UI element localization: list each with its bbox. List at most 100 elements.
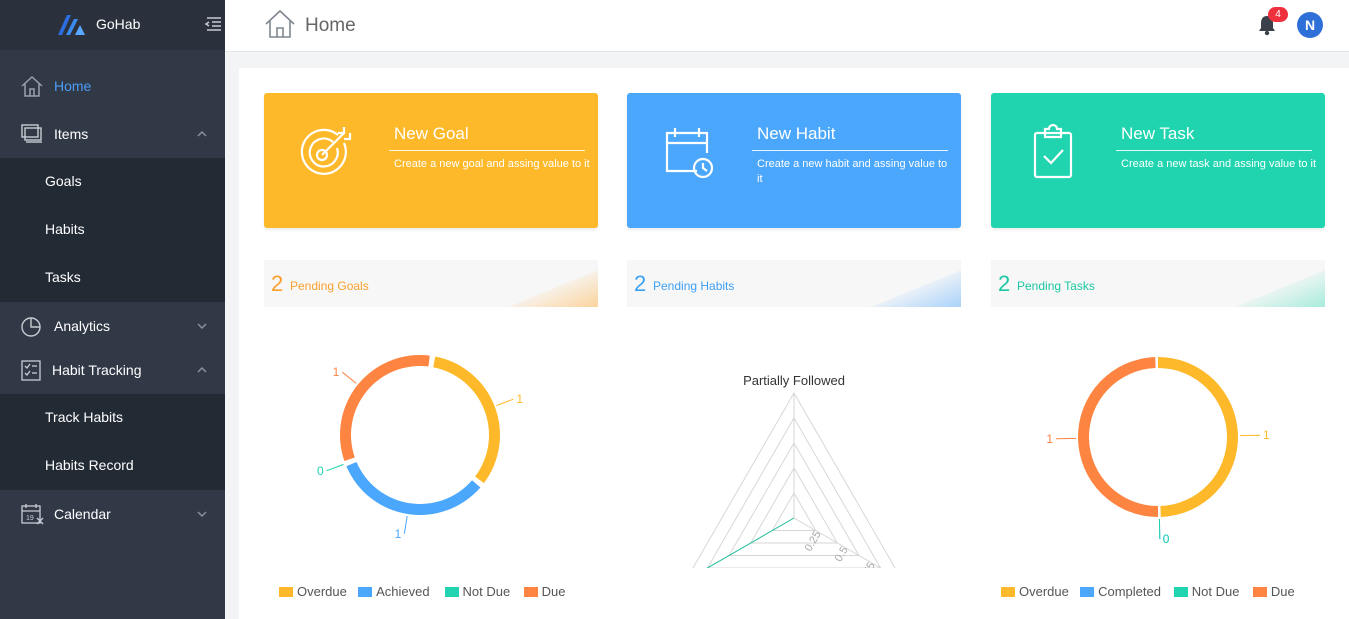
sidebar-item-label: Analytics	[54, 318, 111, 334]
habit-tracking-submenu: Track Habits Habits Record	[0, 394, 225, 490]
donut-value-label: 0	[317, 464, 324, 478]
card-description: Create a new task and assing value to it	[1121, 158, 1317, 170]
analytics-icon	[21, 317, 41, 337]
app-name: GoHab	[96, 16, 141, 32]
donut-slice-due[interactable]	[1078, 357, 1158, 517]
donut-value-label: 1	[516, 392, 523, 406]
new-goal-card[interactable]: New Goal Create a new goal and assing va…	[264, 93, 598, 228]
legend-label: Due	[541, 584, 566, 599]
legend-label: Overdue	[1019, 584, 1069, 599]
pending-habits[interactable]: 2 Pending Habits	[627, 260, 961, 307]
chevron-up-icon	[197, 366, 207, 373]
sidebar-item-items[interactable]: Items	[0, 112, 225, 156]
sidebar-item-label: Items	[54, 126, 89, 142]
sidebar-item-tasks[interactable]: Tasks	[0, 254, 225, 302]
legend-label: Due	[1270, 584, 1295, 599]
top-header: Home 4 N	[225, 0, 1349, 52]
sidebar-item-label: Habit Tracking	[52, 362, 142, 378]
pending-count: 2	[271, 271, 284, 296]
sidebar-item-track-habits[interactable]: Track Habits	[0, 394, 225, 442]
card-divider	[389, 150, 585, 151]
pending-goals[interactable]: 2 Pending Goals	[264, 260, 598, 307]
legend-swatch	[1080, 587, 1095, 597]
donut-slice-due[interactable]	[340, 355, 430, 462]
gohab-logo-icon	[58, 15, 85, 35]
chevron-down-icon	[197, 511, 207, 518]
sidebar-item-habits-record[interactable]: Habits Record	[0, 442, 225, 490]
new-habit-card[interactable]: New Habit Create a new habit and assing …	[627, 93, 961, 228]
pending-count: 2	[998, 271, 1011, 296]
donut-value-label: 1	[1263, 428, 1269, 442]
legend-label: Achieved	[376, 584, 430, 599]
sidebar-item-analytics[interactable]: Analytics	[0, 304, 225, 348]
legend-swatch	[1173, 587, 1188, 597]
legend-label: Completed	[1098, 584, 1161, 599]
radar-scale-tick: 0.5	[833, 545, 851, 564]
legend-swatch	[523, 587, 538, 597]
brand-bar: GoHab	[0, 0, 225, 50]
card-description: Create a new goal and assing value to it	[394, 158, 590, 170]
goals-donut-chart: 1 1 0 1	[317, 355, 523, 541]
goals-chart-legend: Overdue Achieved Not Due Due	[279, 583, 599, 601]
avatar[interactable]: N	[1297, 12, 1323, 38]
donut-leader-line	[403, 515, 408, 534]
pending-decoration	[1235, 270, 1325, 307]
calendar-icon: 19	[21, 504, 44, 525]
calendar-clock-icon	[665, 128, 714, 179]
card-divider	[752, 150, 948, 151]
dashboard-panel: New Goal Create a new goal and assing va…	[239, 68, 1349, 619]
chevron-down-icon	[197, 323, 207, 330]
legend-swatch	[1252, 587, 1267, 597]
donut-leader-line	[326, 463, 344, 472]
sidebar-item-home[interactable]: Home	[0, 64, 225, 108]
donut-value-label: 0	[1163, 532, 1170, 546]
legend-swatch	[1001, 587, 1015, 597]
card-title: New Goal	[394, 124, 469, 143]
notification-badge: 4	[1268, 7, 1288, 22]
svg-text:19: 19	[26, 515, 34, 522]
pending-tasks[interactable]: 2 Pending Tasks	[991, 260, 1325, 307]
home-icon	[21, 75, 43, 97]
legend-label: Not Due	[1191, 584, 1240, 599]
donut-leader-line	[496, 398, 514, 407]
donut-slice-overdue[interactable]	[433, 356, 500, 484]
pending-decoration	[871, 270, 961, 307]
chevron-up-icon	[197, 130, 207, 137]
sidebar-item-goals[interactable]: Goals	[0, 158, 225, 206]
pending-label: Pending Goals	[290, 279, 369, 293]
pending-label: Pending Tasks	[1017, 279, 1095, 293]
sidebar-item-label: Habits	[45, 221, 85, 237]
sidebar-item-label: Calendar	[54, 506, 111, 522]
card-title: New Task	[1121, 124, 1195, 143]
legend-swatch	[358, 587, 373, 597]
sidebar-item-label: Tasks	[45, 269, 81, 285]
items-submenu: Goals Habits Tasks	[0, 158, 225, 302]
donut-slice-overdue[interactable]	[1158, 357, 1239, 517]
sidebar-item-label: Habits Record	[45, 457, 134, 473]
card-divider	[1116, 150, 1312, 151]
pending-count: 2	[634, 271, 647, 296]
sidebar-item-habit-tracking[interactable]: Habit Tracking	[0, 348, 225, 392]
menu-collapse-icon[interactable]	[204, 16, 222, 32]
sidebar-item-label: Track Habits	[45, 409, 124, 425]
sidebar-item-label: Goals	[45, 173, 82, 189]
donut-slice-achieved[interactable]	[346, 461, 481, 515]
sidebar-item-calendar[interactable]: 19 Calendar	[0, 492, 225, 536]
card-title: New Habit	[757, 124, 836, 143]
donut-value-label: 1	[395, 527, 402, 541]
donut-leader-line	[341, 371, 357, 384]
legend-label: Not Due	[462, 584, 511, 599]
home-icon	[265, 9, 295, 38]
target-icon	[300, 127, 352, 175]
sidebar: GoHab Home Items Goals Habits Tasks Anal…	[0, 0, 225, 619]
donut-value-label: 1	[1046, 432, 1053, 446]
pending-decoration	[508, 270, 598, 307]
radar-axis-label: Partially Followed	[743, 373, 845, 388]
card-description: Create a new habit and assing value to i…	[757, 158, 948, 185]
sidebar-item-label: Home	[54, 78, 92, 94]
checklist-icon	[21, 360, 41, 381]
pending-label: Pending Habits	[653, 279, 735, 293]
sidebar-item-habits[interactable]: Habits	[0, 206, 225, 254]
new-task-card[interactable]: New Task Create a new task and assing va…	[991, 93, 1325, 228]
legend-label: Overdue	[297, 584, 347, 599]
